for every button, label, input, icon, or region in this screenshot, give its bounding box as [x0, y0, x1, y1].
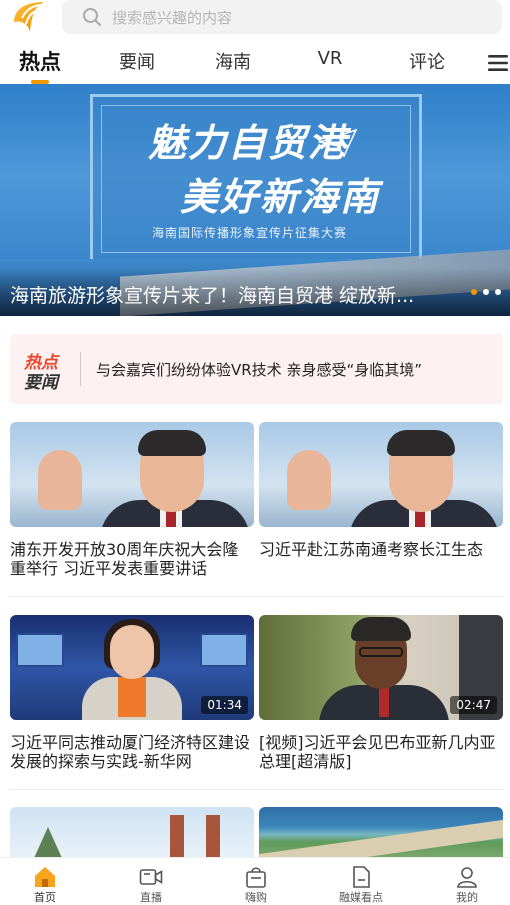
- nav-mine[interactable]: 我的: [416, 858, 510, 905]
- shopping-bag-icon: [246, 867, 266, 888]
- banner-subtitle: 海南国际传播形象宣传片征集大赛: [152, 226, 348, 240]
- news-title[interactable]: [视频]习近平会见巴布亚新几内亚总理[超清版]: [259, 733, 503, 771]
- nav-media-label: 融媒看点: [339, 891, 383, 904]
- live-video-icon: [139, 869, 163, 885]
- hot-news-text[interactable]: 与会嘉宾们纷纷体验VR技术 亲身感受“身临其境”: [96, 359, 422, 380]
- document-icon: [353, 866, 370, 888]
- hot-news-logo-bottom: 要闻: [24, 373, 58, 393]
- search-icon: [82, 7, 102, 27]
- nav-mine-label: 我的: [456, 891, 478, 904]
- news-title[interactable]: 习近平同志推动厦门经济特区建设发展的探索与实践-新华网: [10, 733, 254, 771]
- tab-hainan[interactable]: 海南: [198, 48, 268, 74]
- paper-plane-icon: [318, 128, 358, 158]
- search-bar[interactable]: 搜索感兴趣的内容: [62, 0, 502, 34]
- news-title[interactable]: 习近平赴江苏南通考察长江生态: [259, 540, 503, 559]
- news-title[interactable]: 浦东开发开放30周年庆祝大会隆重举行 习近平发表重要讲话: [10, 540, 254, 578]
- video-duration: 01:34: [201, 696, 248, 714]
- video-thumbnail[interactable]: 02:47: [259, 615, 503, 720]
- carousel-dot-3: [495, 289, 501, 295]
- user-icon: [457, 867, 477, 888]
- banner-caption[interactable]: 海南旅游形象宣传片来了！海南自贸港 绽放新...: [10, 281, 430, 308]
- divider: [80, 352, 81, 386]
- top-bar: 搜索感兴趣的内容: [0, 0, 510, 42]
- carousel-dot-2: [483, 289, 489, 295]
- news-thumbnail[interactable]: [259, 807, 503, 857]
- tab-hot[interactable]: 热点: [5, 46, 75, 76]
- tab-headlines[interactable]: 要闻: [102, 48, 172, 74]
- tab-comment[interactable]: 评论: [392, 48, 462, 74]
- app-logo[interactable]: [10, 0, 48, 34]
- nav-live[interactable]: 直播: [100, 858, 202, 905]
- banner-headline-line2: 美好新海南: [180, 174, 381, 219]
- nav-shop-label: 嗨购: [245, 891, 267, 904]
- nav-home-label: 首页: [34, 891, 56, 904]
- nav-live-label: 直播: [140, 891, 162, 904]
- video-duration: 02:47: [450, 696, 497, 714]
- nav-home[interactable]: 首页: [0, 858, 96, 905]
- hot-news-ticker[interactable]: 热点 要闻 与会嘉宾们纷纷体验VR技术 亲身感受“身临其境”: [10, 334, 503, 404]
- hot-news-logo: 热点 要闻: [24, 348, 64, 393]
- channel-tabs: 热点 要闻 海南 VR 评论: [0, 42, 510, 84]
- menu-icon[interactable]: [488, 53, 508, 73]
- divider: [10, 789, 503, 790]
- nav-media[interactable]: 融媒看点: [310, 858, 412, 905]
- video-thumbnail[interactable]: 01:34: [10, 615, 254, 720]
- home-icon: [35, 867, 55, 887]
- search-placeholder: 搜索感兴趣的内容: [112, 8, 233, 27]
- divider: [10, 596, 503, 597]
- banner-carousel[interactable]: 魅力自贸港 美好新海南 海南国际传播形象宣传片征集大赛 海南旅游形象宣传片来了！…: [0, 84, 510, 316]
- tab-vr[interactable]: VR: [295, 48, 365, 69]
- news-thumbnail[interactable]: [10, 807, 254, 857]
- bottom-nav: 首页 直播 嗨购 融媒看点 我的: [0, 857, 510, 905]
- carousel-dot-1: [471, 289, 477, 295]
- nav-shop[interactable]: 嗨购: [205, 858, 307, 905]
- news-thumbnail[interactable]: [259, 422, 503, 527]
- carousel-indicator: [471, 289, 501, 295]
- news-thumbnail[interactable]: [10, 422, 254, 527]
